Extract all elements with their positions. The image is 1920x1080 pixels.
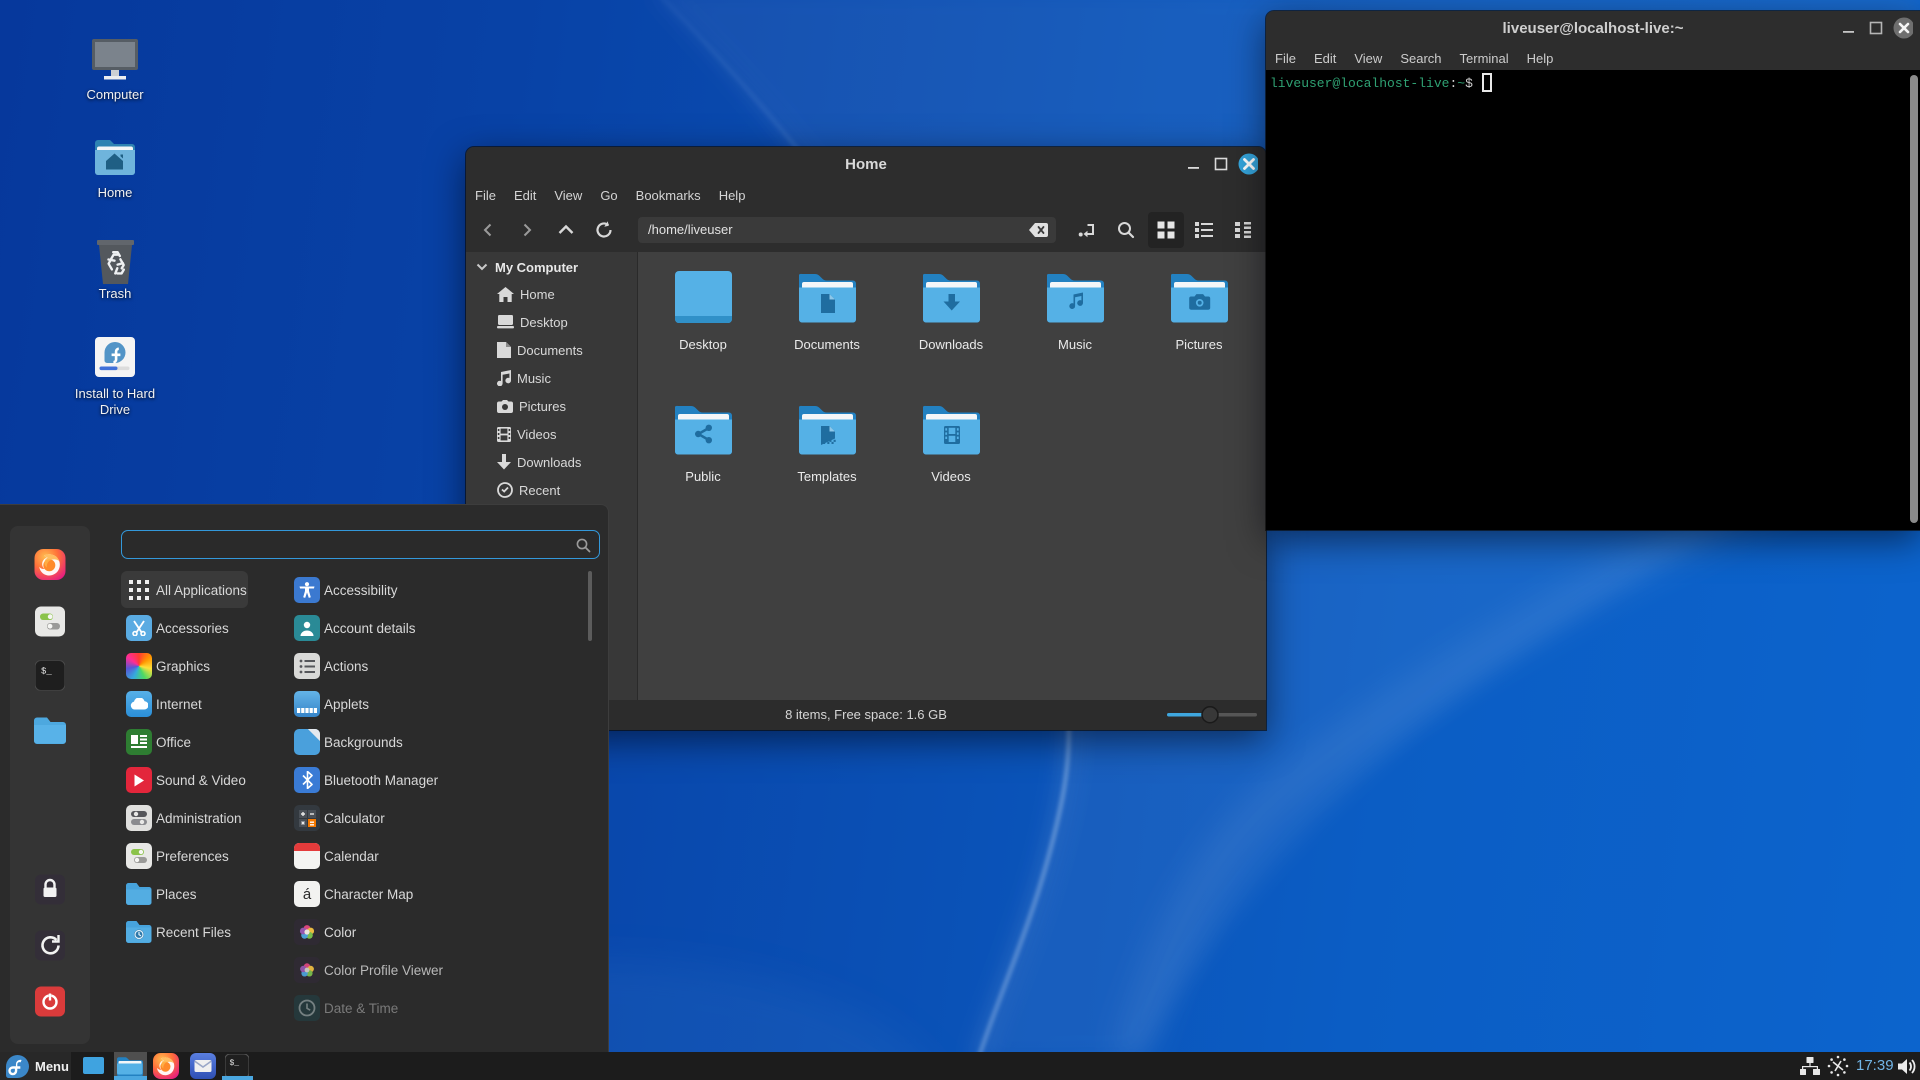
svg-text:$_: $_	[230, 1059, 240, 1068]
svg-text:$_: $_	[41, 667, 52, 677]
